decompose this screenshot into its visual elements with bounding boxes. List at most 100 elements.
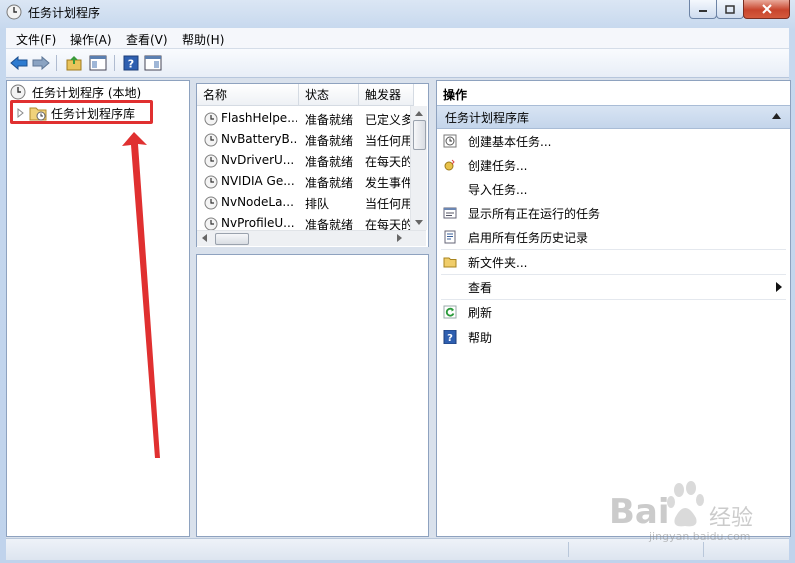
table-row[interactable]: FlashHelpe... 准备就绪 已定义多 <box>197 108 411 129</box>
pane-splitter[interactable] <box>196 247 429 253</box>
table-row[interactable]: NVIDIA Ge... 准备就绪 发生事件 <box>197 171 411 192</box>
task-cell-status: 准备就绪 <box>305 155 354 169</box>
column-header-status[interactable]: 状态 <box>299 84 359 106</box>
task-clock-icon <box>204 175 218 189</box>
title-bar[interactable]: 任务计划程序 <box>0 0 795 24</box>
scroll-up-icon[interactable] <box>415 110 423 116</box>
toolbar-separator <box>56 55 57 71</box>
submenu-arrow-icon <box>776 282 782 292</box>
maximize-button[interactable] <box>716 0 744 19</box>
action-item-label: 帮助 <box>468 330 493 345</box>
menu-action[interactable]: 操作(A) <box>70 31 112 48</box>
menu-view[interactable]: 查看(V) <box>126 31 168 48</box>
minimize-icon <box>699 10 707 12</box>
close-button[interactable] <box>743 0 790 19</box>
watermark-brand: Bai <box>609 492 670 532</box>
menu-help[interactable]: 帮助(H) <box>182 31 224 48</box>
task-clock-icon <box>204 196 218 210</box>
table-row[interactable]: NvBatteryB... 准备就绪 当任何用 <box>197 129 411 150</box>
task-cell-trigger: 在每天的 <box>365 155 411 169</box>
watermark-url: jingyan.baidu.com <box>649 530 751 543</box>
task-cell-name: NvProfileU... <box>221 216 295 230</box>
clock-icon <box>10 84 26 100</box>
action-item[interactable]: 刷新 <box>437 300 790 324</box>
forward-button[interactable] <box>30 53 52 73</box>
task-list: 名称 状态 触发器 FlashHelpe... 准备就绪 已定义多 NvBattery… <box>196 83 429 248</box>
create-task-icon <box>444 159 455 171</box>
scroll-thumb[interactable] <box>215 233 249 245</box>
task-clock-icon <box>204 154 218 168</box>
table-row[interactable]: NvNodeLa... 排队 当任何用 <box>197 192 411 213</box>
maximize-icon <box>725 4 735 14</box>
help-icon: ? <box>443 330 457 344</box>
action-item-label: 刷新 <box>468 305 493 320</box>
window-title: 任务计划程序 <box>28 6 101 20</box>
menu-bar: 文件(F) 操作(A) 查看(V) 帮助(H) <box>6 28 789 49</box>
back-button[interactable] <box>8 53 30 73</box>
column-header-label: 状态 <box>305 88 330 102</box>
task-cell-trigger: 发生事件 <box>365 176 411 190</box>
action-item[interactable]: 显示所有正在运行的任务 <box>437 201 790 225</box>
collapse-up-icon[interactable] <box>772 113 781 119</box>
scroll-thumb[interactable] <box>413 120 426 150</box>
action-item-label: 创建基本任务... <box>468 134 552 149</box>
refresh-icon <box>443 305 457 319</box>
table-row[interactable]: NvDriverU... 准备就绪 在每天的 <box>197 150 411 171</box>
tree-item-root[interactable]: 任务计划程序 (本地) <box>7 82 141 102</box>
running-tasks-icon <box>443 207 457 219</box>
svg-text:?: ? <box>128 58 134 71</box>
task-cell-name: NvBatteryB... <box>221 132 297 146</box>
show-hide-action-pane-button[interactable] <box>142 53 164 73</box>
minimize-button[interactable] <box>689 0 717 19</box>
actions-pane: 操作 任务计划程序库 创建基本任务... 创建任务... 导入任务... 显示所有正在… <box>436 80 791 537</box>
folder-up-icon <box>66 56 82 71</box>
column-header-name[interactable]: 名称 <box>197 84 299 106</box>
back-arrow-icon <box>10 56 28 70</box>
status-separator <box>568 542 569 557</box>
horizontal-scrollbar[interactable] <box>197 230 426 246</box>
vertical-scrollbar[interactable] <box>410 106 427 230</box>
help-toolbar-button[interactable]: ? <box>120 53 142 73</box>
task-cell-trigger: 当任何用 <box>365 134 411 148</box>
action-item[interactable]: 启用所有任务历史记录 <box>437 225 790 249</box>
tree-root-label: 任务计划程序 (本地) <box>32 85 142 100</box>
actions-header-label: 操作 <box>443 88 468 102</box>
menu-file[interactable]: 文件(F) <box>16 31 56 48</box>
action-item[interactable]: ? 帮助 <box>437 325 790 349</box>
show-hide-tree-button[interactable] <box>87 53 109 73</box>
actions-section-label: 任务计划程序库 <box>445 111 530 125</box>
action-item[interactable]: 创建任务... <box>437 153 790 177</box>
actions-section-header[interactable]: 任务计划程序库 <box>437 105 790 129</box>
task-cell-name: FlashHelpe... <box>221 111 297 125</box>
task-cell-name: NvNodeLa... <box>221 195 294 209</box>
close-icon <box>761 4 772 14</box>
task-cell-trigger: 已定义多 <box>365 113 411 127</box>
task-cell-status: 准备就绪 <box>305 176 354 190</box>
task-cell-status: 排队 <box>305 197 330 211</box>
task-cell-name: NVIDIA Ge... <box>221 174 295 188</box>
scroll-left-icon[interactable] <box>201 234 207 242</box>
action-item[interactable]: 新文件夹... <box>437 250 790 274</box>
action-item[interactable]: 导入任务... <box>437 177 790 201</box>
action-item-label: 新文件夹... <box>468 255 528 270</box>
column-header-label: 触发器 <box>365 88 402 102</box>
task-cell-name: NvDriverU... <box>221 153 295 167</box>
console-tree-icon <box>89 55 107 71</box>
task-cell-status: 准备就绪 <box>305 134 354 148</box>
action-item[interactable]: 查看 <box>437 275 790 299</box>
actions-header: 操作 <box>437 81 790 105</box>
up-folder-button[interactable] <box>63 53 85 73</box>
toolbar-separator <box>114 55 115 71</box>
task-clock-icon <box>204 112 218 126</box>
scroll-down-icon[interactable] <box>415 220 423 226</box>
scroll-right-icon[interactable] <box>397 234 403 242</box>
app-window: 任务计划程序 文件(F) 操作(A) 查看(V) 帮助(H) ? 任务计划程序 … <box>0 0 795 563</box>
folder-icon <box>443 257 457 268</box>
action-item[interactable]: 创建基本任务... <box>437 129 790 153</box>
action-pane-icon <box>144 55 162 71</box>
annotation-highlight-box <box>10 100 153 124</box>
console-tree: 任务计划程序 (本地) 任务计划程序库 <box>6 80 190 537</box>
history-icon <box>444 230 456 244</box>
column-header-trigger[interactable]: 触发器 <box>359 84 414 106</box>
task-clock-icon <box>204 217 218 231</box>
